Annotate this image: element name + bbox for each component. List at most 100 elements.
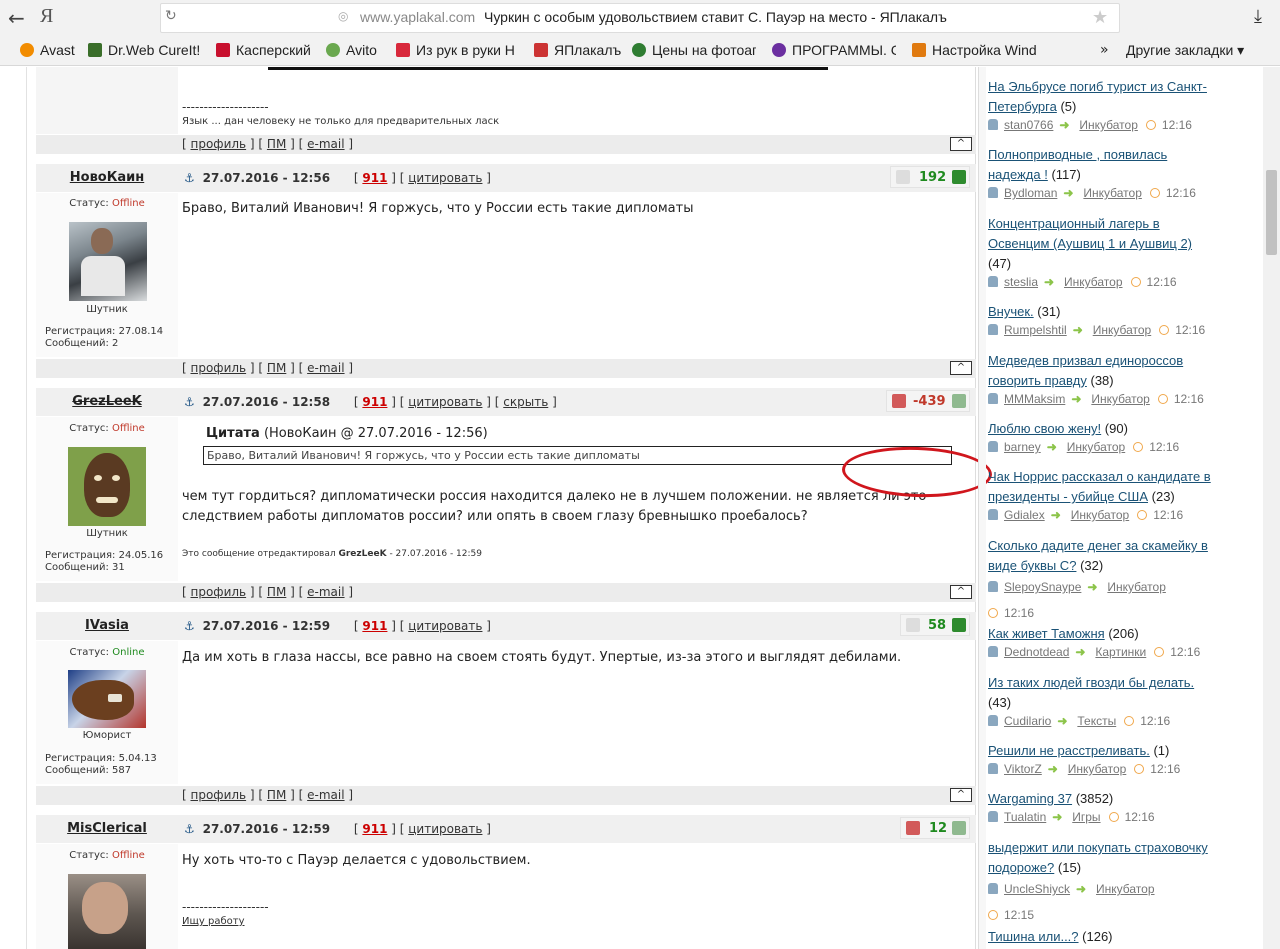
sidebar-topic-author[interactable]: SlepoySnaype xyxy=(1004,580,1081,594)
sidebar-topic-link[interactable]: подороже? xyxy=(988,860,1054,875)
sidebar-topic-link[interactable]: Из таких людей гвозди бы делать. xyxy=(988,675,1194,690)
report-911-link[interactable]: 911 xyxy=(362,171,387,185)
anchor-icon[interactable]: ⚓ xyxy=(184,395,195,409)
sidebar-topic-author[interactable]: Gdialex xyxy=(1004,508,1045,522)
sidebar-topic-category[interactable]: Инкубатор xyxy=(1067,440,1126,454)
quote-link[interactable]: цитировать xyxy=(408,171,482,185)
sidebar-topic-link[interactable]: Решили не расстреливать. xyxy=(988,743,1150,758)
sidebar-topic-link[interactable]: Сколько дадите денег за скамейку в xyxy=(988,538,1208,553)
sidebar-topic-author[interactable]: Dednotdead xyxy=(1004,645,1069,659)
anchor-icon[interactable]: ⚓ xyxy=(184,619,195,633)
post-author-link[interactable]: MisClerical xyxy=(36,821,178,836)
bookmark-windows[interactable]: Настройка Wind xyxy=(912,42,1038,62)
sidebar-topic-category[interactable]: Картинки xyxy=(1095,645,1146,659)
sidebar-topic-author[interactable]: Tualatin xyxy=(1004,810,1046,824)
pm-link[interactable]: ПМ xyxy=(267,137,286,151)
sidebar-topic-author[interactable]: barney xyxy=(1004,440,1041,454)
bookmark-yaplakal[interactable]: ЯПлакалъ xyxy=(534,42,624,62)
bookmark-avito[interactable]: Avito xyxy=(326,42,386,62)
email-link[interactable]: e-mail xyxy=(307,361,344,375)
avatar[interactable] xyxy=(68,447,146,526)
pm-link[interactable]: ПМ xyxy=(267,788,286,802)
hide-link[interactable]: скрыть xyxy=(503,395,548,409)
sidebar-topic-link[interactable]: Чак Норрис рассказал о кандидате в xyxy=(988,469,1211,484)
sidebar-topic-author[interactable]: UncleShiyck xyxy=(1004,882,1070,896)
page-scrollbar-thumb[interactable] xyxy=(1266,170,1277,255)
sidebar-topic-link[interactable]: Как живет Таможня xyxy=(988,626,1105,641)
back-arrow-icon[interactable]: ← xyxy=(8,6,25,30)
sidebar-topic-link[interactable]: говорить правду xyxy=(988,373,1087,388)
post-author-link[interactable]: НовоКаин xyxy=(36,170,178,185)
scroll-top-button[interactable]: ^ xyxy=(950,585,972,599)
report-911-link[interactable]: 911 xyxy=(362,822,387,836)
bookmark-drweb[interactable]: Dr.Web CureIt! xyxy=(88,42,208,62)
bookmark-kaspersky[interactable]: Касперский xyxy=(216,42,316,62)
sidebar-topic-link[interactable]: На Эльбрусе погиб турист из Санкт- xyxy=(988,79,1207,94)
profile-link[interactable]: профиль xyxy=(191,788,247,802)
quote-link[interactable]: цитировать xyxy=(408,822,482,836)
sidebar-topic-author[interactable]: Rumpelshtil xyxy=(1004,323,1067,337)
vote-down-icon[interactable] xyxy=(906,618,920,632)
pm-link[interactable]: ПМ xyxy=(267,361,286,375)
avatar[interactable] xyxy=(68,670,146,728)
url-host[interactable]: www.yaplakal.com xyxy=(360,9,475,25)
sidebar-topic-link[interactable]: виде буквы С? xyxy=(988,558,1076,573)
sidebar-topic-author[interactable]: MMMaksim xyxy=(1004,392,1065,406)
profile-link[interactable]: профиль xyxy=(191,361,247,375)
sidebar-topic-category[interactable]: Инкубатор xyxy=(1107,580,1166,594)
sidebar-topic-category[interactable]: Инкубатор xyxy=(1091,392,1150,406)
vote-down-icon[interactable] xyxy=(906,821,920,835)
profile-link[interactable]: профиль xyxy=(191,137,247,151)
sidebar-topic-link[interactable]: Концентрационный лагерь в xyxy=(988,216,1160,231)
sidebar-topic-link[interactable]: Внучек. xyxy=(988,304,1034,319)
scroll-top-button[interactable]: ^ xyxy=(950,788,972,802)
post-author-link[interactable]: GrezLeeK xyxy=(36,394,178,409)
anchor-icon[interactable]: ⚓ xyxy=(184,171,195,185)
sidebar-topic-category[interactable]: Инкубатор xyxy=(1071,508,1130,522)
sidebar-topic-author[interactable]: Bydloman xyxy=(1004,186,1057,200)
bookmark-prices[interactable]: Цены на фотоаг xyxy=(632,42,756,62)
sidebar-topic-link[interactable]: Полноприводные , появилась xyxy=(988,147,1167,162)
vote-up-icon[interactable] xyxy=(952,394,966,408)
avatar[interactable] xyxy=(68,874,146,949)
bookmark-izrukvruki[interactable]: Из рук в руки Н xyxy=(396,42,520,62)
quote-link[interactable]: цитировать xyxy=(408,395,482,409)
vote-up-icon[interactable] xyxy=(952,618,966,632)
vote-up-icon[interactable] xyxy=(952,170,966,184)
pm-link[interactable]: ПМ xyxy=(267,585,286,599)
sidebar-topic-category[interactable]: Тексты xyxy=(1077,714,1116,728)
sidebar-topic-category[interactable]: Инкубатор xyxy=(1064,275,1123,289)
bookmarks-more-icon[interactable]: » xyxy=(1100,42,1109,58)
vote-down-icon[interactable] xyxy=(896,170,910,184)
sidebar-topic-category[interactable]: Игры xyxy=(1072,810,1100,824)
sidebar-topic-author[interactable]: ViktorZ xyxy=(1004,762,1042,776)
email-link[interactable]: e-mail xyxy=(307,585,344,599)
report-911-link[interactable]: 911 xyxy=(362,619,387,633)
sidebar-topic-author[interactable]: steslia xyxy=(1004,275,1038,289)
reload-icon[interactable]: ↻ xyxy=(165,8,177,24)
sidebar-topic-author[interactable]: stan0766 xyxy=(1004,118,1053,132)
sidebar-topic-category[interactable]: Инкубатор xyxy=(1068,762,1127,776)
post-author-link[interactable]: IVasia xyxy=(36,618,178,633)
sidebar-topic-link[interactable]: надежда ! xyxy=(988,167,1048,182)
sidebar-topic-category[interactable]: Инкубатор xyxy=(1093,323,1152,337)
sidebar-topic-category[interactable]: Инкубатор xyxy=(1096,882,1155,896)
post-signature-link[interactable]: Ищу работу xyxy=(182,916,245,927)
scroll-top-button[interactable]: ^ xyxy=(950,361,972,375)
vote-up-icon[interactable] xyxy=(952,821,966,835)
page-title[interactable]: Чуркин с особым удовольствием ставит С. … xyxy=(484,9,947,25)
sidebar-topic-link[interactable]: Петербурга xyxy=(988,99,1057,114)
bookmark-programs[interactable]: ПРОГРАММЫ. С xyxy=(772,42,896,62)
scroll-top-button[interactable]: ^ xyxy=(950,137,972,151)
site-info-icon[interactable]: ◎ xyxy=(338,9,348,23)
vote-down-icon[interactable] xyxy=(892,394,906,408)
avatar[interactable] xyxy=(69,222,147,301)
sidebar-topic-link[interactable]: Тишина или...? xyxy=(988,929,1079,944)
sidebar-topic-category[interactable]: Инкубатор xyxy=(1079,118,1138,132)
download-icon[interactable]: ⤓ xyxy=(1254,6,1262,27)
sidebar-topic-link[interactable]: Люблю свою жену! xyxy=(988,421,1101,436)
profile-link[interactable]: профиль xyxy=(191,585,247,599)
email-link[interactable]: e-mail xyxy=(307,137,344,151)
sidebar-topic-link[interactable]: президенты - убийце США xyxy=(988,489,1148,504)
bookmark-avast[interactable]: Avast xyxy=(20,42,80,62)
